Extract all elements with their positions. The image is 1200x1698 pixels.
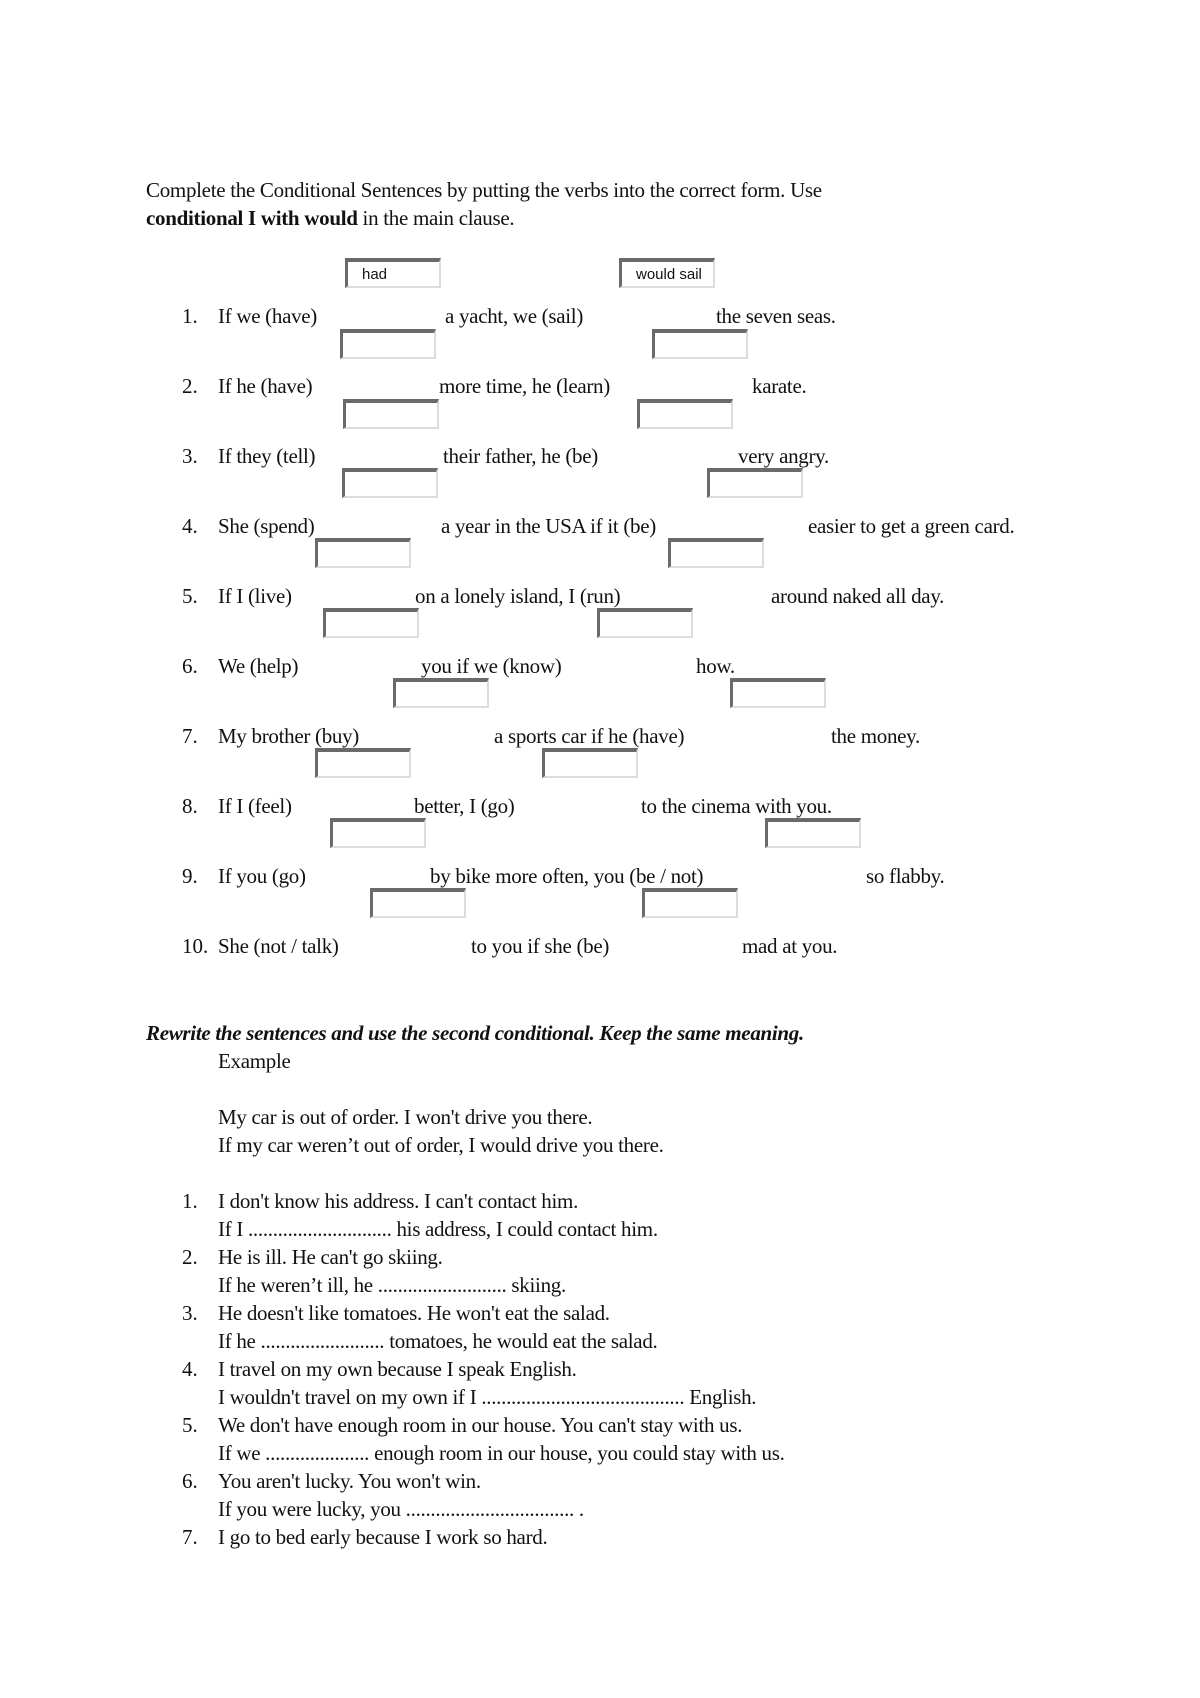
sentence-part: to you if she (be) — [471, 934, 610, 958]
item-sentence: I travel on my own because I speak Engli… — [218, 1357, 577, 1381]
instructions-line-1: Complete the Conditional Sentences by pu… — [146, 178, 822, 202]
example-line-1: My car is out of order. I won't drive yo… — [218, 1105, 593, 1129]
answer-input[interactable] — [393, 678, 489, 708]
row-number: 2. — [182, 374, 198, 398]
row-number: 9. — [182, 864, 198, 888]
item-sentence: I go to bed early because I work so hard… — [218, 1525, 548, 1549]
answer-input[interactable] — [315, 538, 411, 568]
sentence-part: more time, he (learn) — [439, 374, 610, 398]
sentence-part: My brother (buy) — [218, 724, 360, 748]
row-number: 5. — [182, 584, 198, 608]
answer-input[interactable] — [342, 468, 438, 498]
sentence-part: you if we (know) — [421, 654, 562, 678]
item-rewrite: If I ............................. his a… — [218, 1217, 658, 1241]
sentence-part: on a lonely island, I (run) — [415, 584, 621, 608]
sentence-part: to the cinema with you. — [641, 794, 832, 818]
sentence-part: by bike more often, you (be / not) — [430, 864, 704, 888]
instructions-line-2: conditional I with would in the main cla… — [146, 205, 515, 231]
example-answer-1[interactable] — [345, 258, 441, 288]
sentence-part: very angry. — [738, 444, 829, 468]
sentence-part: She (spend) — [218, 514, 315, 538]
item-number: 3. — [182, 1301, 198, 1325]
answer-input[interactable] — [730, 678, 826, 708]
sentence-part: how. — [696, 654, 735, 678]
answer-input[interactable] — [323, 608, 419, 638]
row-number: 4. — [182, 514, 198, 538]
item-number: 4. — [182, 1357, 198, 1381]
answer-input[interactable] — [315, 748, 411, 778]
example-line-2: If my car weren’t out of order, I would … — [218, 1133, 664, 1157]
answer-input[interactable] — [370, 888, 466, 918]
item-rewrite: If you were lucky, you .................… — [218, 1497, 584, 1521]
row-number: 6. — [182, 654, 198, 678]
sentence-part: a year in the USA if it (be) — [441, 514, 656, 538]
instructions-rest: in the main clause. — [357, 206, 515, 230]
sentence-part: their father, he (be) — [443, 444, 598, 468]
answer-input[interactable] — [642, 888, 738, 918]
answer-input[interactable] — [542, 748, 638, 778]
answer-input[interactable] — [637, 399, 733, 429]
row-number: 1. — [182, 304, 198, 328]
sentence-part: If they (tell) — [218, 444, 316, 468]
answer-input[interactable] — [340, 329, 436, 359]
row-number: 7. — [182, 724, 198, 748]
sentence-part: easier to get a green card. — [808, 514, 1015, 538]
sentence-part: If you (go) — [218, 864, 306, 888]
item-number: 1. — [182, 1189, 198, 1213]
answer-input[interactable] — [668, 538, 764, 568]
item-sentence: We don't have enough room in our house. … — [218, 1413, 743, 1437]
row-number: 8. — [182, 794, 198, 818]
item-number: 2. — [182, 1245, 198, 1269]
sentence-part: the seven seas. — [716, 304, 836, 328]
sentence-part: If we (have) — [218, 304, 318, 328]
item-rewrite: If he weren’t ill, he ..................… — [218, 1273, 566, 1297]
sentence-part: the money. — [831, 724, 920, 748]
item-number: 5. — [182, 1413, 198, 1437]
item-rewrite: If we ..................... enough room … — [218, 1441, 785, 1465]
item-rewrite: If he ......................... tomatoes… — [218, 1329, 658, 1353]
sentence-part: If I (live) — [218, 584, 292, 608]
sentence-part: so flabby. — [866, 864, 945, 888]
row-number: 3. — [182, 444, 198, 468]
sentence-part: better, I (go) — [414, 794, 515, 818]
answer-input[interactable] — [330, 818, 426, 848]
answer-input[interactable] — [343, 399, 439, 429]
sentence-part: We (help) — [218, 654, 299, 678]
answer-input[interactable] — [765, 818, 861, 848]
item-sentence: He is ill. He can't go skiing. — [218, 1245, 443, 1269]
answer-input[interactable] — [707, 468, 803, 498]
instructions-bold: conditional I with would — [146, 206, 358, 230]
sentence-part: If he (have) — [218, 374, 313, 398]
example-answer-2[interactable] — [619, 258, 715, 288]
answer-input[interactable] — [652, 329, 748, 359]
item-sentence: You aren't lucky. You won't win. — [218, 1469, 481, 1493]
example-label: Example — [218, 1049, 291, 1073]
sentence-part: She (not / talk) — [218, 934, 339, 958]
sentence-part: a sports car if he (have) — [494, 724, 685, 748]
sentence-part: around naked all day. — [771, 584, 945, 608]
sentence-part: If I (feel) — [218, 794, 292, 818]
answer-input[interactable] — [597, 608, 693, 638]
item-number: 6. — [182, 1469, 198, 1493]
item-number: 7. — [182, 1525, 198, 1549]
sentence-part: karate. — [752, 374, 807, 398]
sentence-part: a yacht, we (sail) — [445, 304, 584, 328]
item-sentence: He doesn't like tomatoes. He won't eat t… — [218, 1301, 610, 1325]
item-rewrite: I wouldn't travel on my own if I .......… — [218, 1385, 757, 1409]
sentence-part: mad at you. — [742, 934, 838, 958]
row-number: 10. — [182, 934, 209, 958]
section2-heading: Rewrite the sentences and use the second… — [146, 1021, 804, 1045]
item-sentence: I don't know his address. I can't contac… — [218, 1189, 579, 1213]
